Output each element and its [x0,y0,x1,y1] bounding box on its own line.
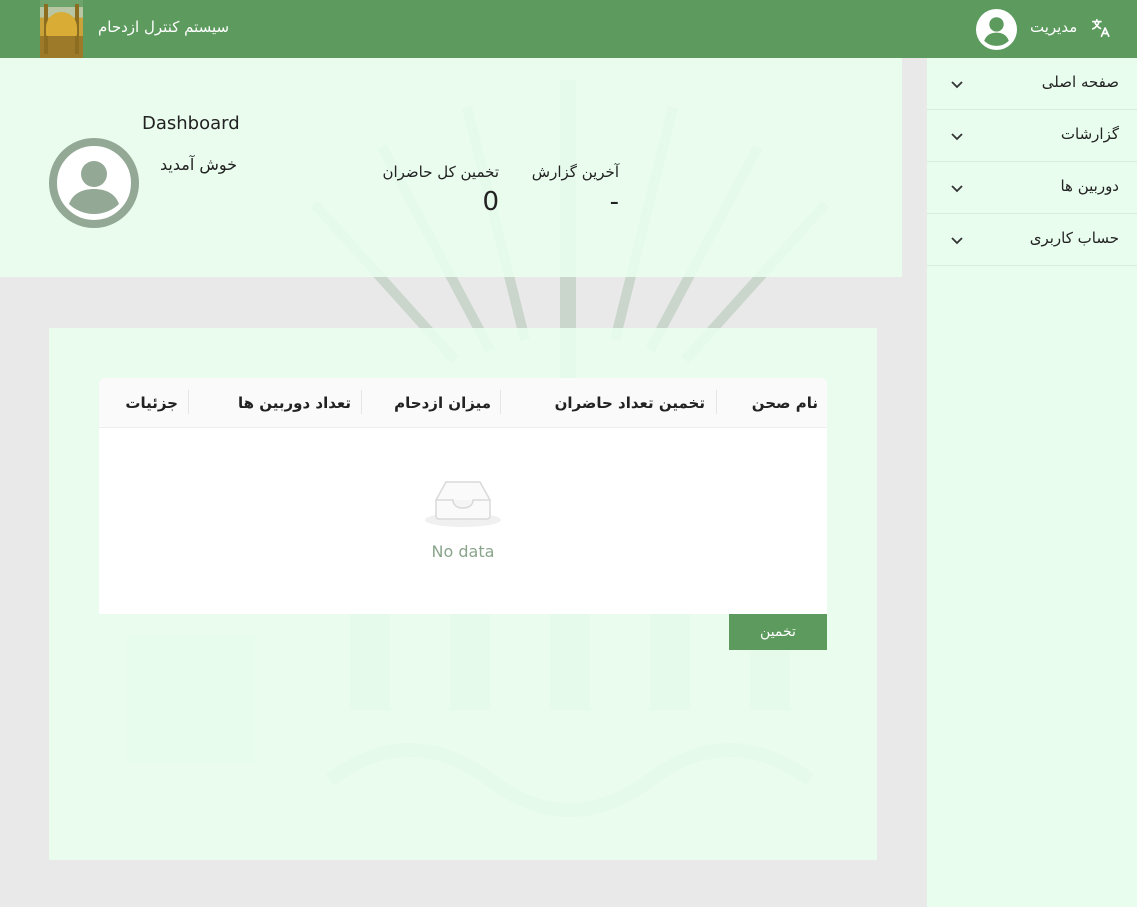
dashboard-summary-card: Dashboard خوش آمدید آخرین گزارش - تخمین … [0,58,902,277]
empty-state-text: No data [431,542,495,561]
column-header-crowd-level[interactable]: میزان ازدحام [394,394,491,412]
sidebar-item-account[interactable]: حساب کاربری [927,214,1137,266]
total-estimate-value: 0 [482,187,499,217]
sidebar-item-home[interactable]: صفحه اصلی [927,58,1137,110]
column-separator [188,390,189,414]
total-estimate-label: تخمین کل حاضران [382,163,499,181]
column-separator [500,390,501,414]
column-header-courtyard-name[interactable]: نام صحن [752,394,818,412]
sidebar-item-cameras[interactable]: دوربین ها [927,162,1137,214]
translate-icon[interactable] [1090,17,1112,39]
column-separator [716,390,717,414]
last-report-value: - [609,187,619,217]
sidebar-menu: صفحه اصلی گزارشات دوربین ها حساب کاربری [927,58,1137,907]
courtyards-card: نام صحن تخمین تعداد حاضران میزان ازدحام … [49,328,877,860]
top-navbar: سیستم کنترل ازدحام مدیریت [0,0,1137,58]
column-header-camera-count[interactable]: تعداد دوربین ها [238,394,351,412]
empty-inbox-icon [425,481,501,527]
chevron-down-icon [951,81,963,89]
welcome-text: خوش آمدید [160,155,238,174]
last-report-stat: آخرین گزارش - [532,163,619,217]
chevron-down-icon [951,237,963,245]
sidebar-item-label: صفحه اصلی [1041,73,1119,91]
column-header-details[interactable]: جزئیات [125,394,178,412]
courtyards-table: نام صحن تخمین تعداد حاضران میزان ازدحام … [99,378,827,614]
shrine-logo [40,0,83,58]
logo-dome [46,12,77,36]
total-estimate-stat: تخمین کل حاضران 0 [382,163,499,217]
sidebar-item-reports[interactable]: گزارشات [927,110,1137,162]
column-header-attendance-estimate[interactable]: تخمین تعداد حاضران [555,394,705,412]
table-header: نام صحن تخمین تعداد حاضران میزان ازدحام … [99,378,827,428]
chevron-down-icon [951,185,963,193]
user-avatar-icon[interactable] [976,9,1017,50]
app-title: سیستم کنترل ازدحام [98,18,230,36]
sidebar-item-label: گزارشات [1060,125,1119,143]
sidebar-item-label: دوربین ها [1060,177,1119,195]
admin-user-label[interactable]: مدیریت [1030,18,1077,36]
profile-avatar-icon [49,138,139,228]
chevron-down-icon [951,133,963,141]
last-report-label: آخرین گزارش [531,163,619,181]
column-separator [361,390,362,414]
page-title: Dashboard [142,113,240,134]
sidebar-item-label: حساب کاربری [1029,229,1119,247]
estimate-button[interactable]: تخمین [729,614,827,650]
